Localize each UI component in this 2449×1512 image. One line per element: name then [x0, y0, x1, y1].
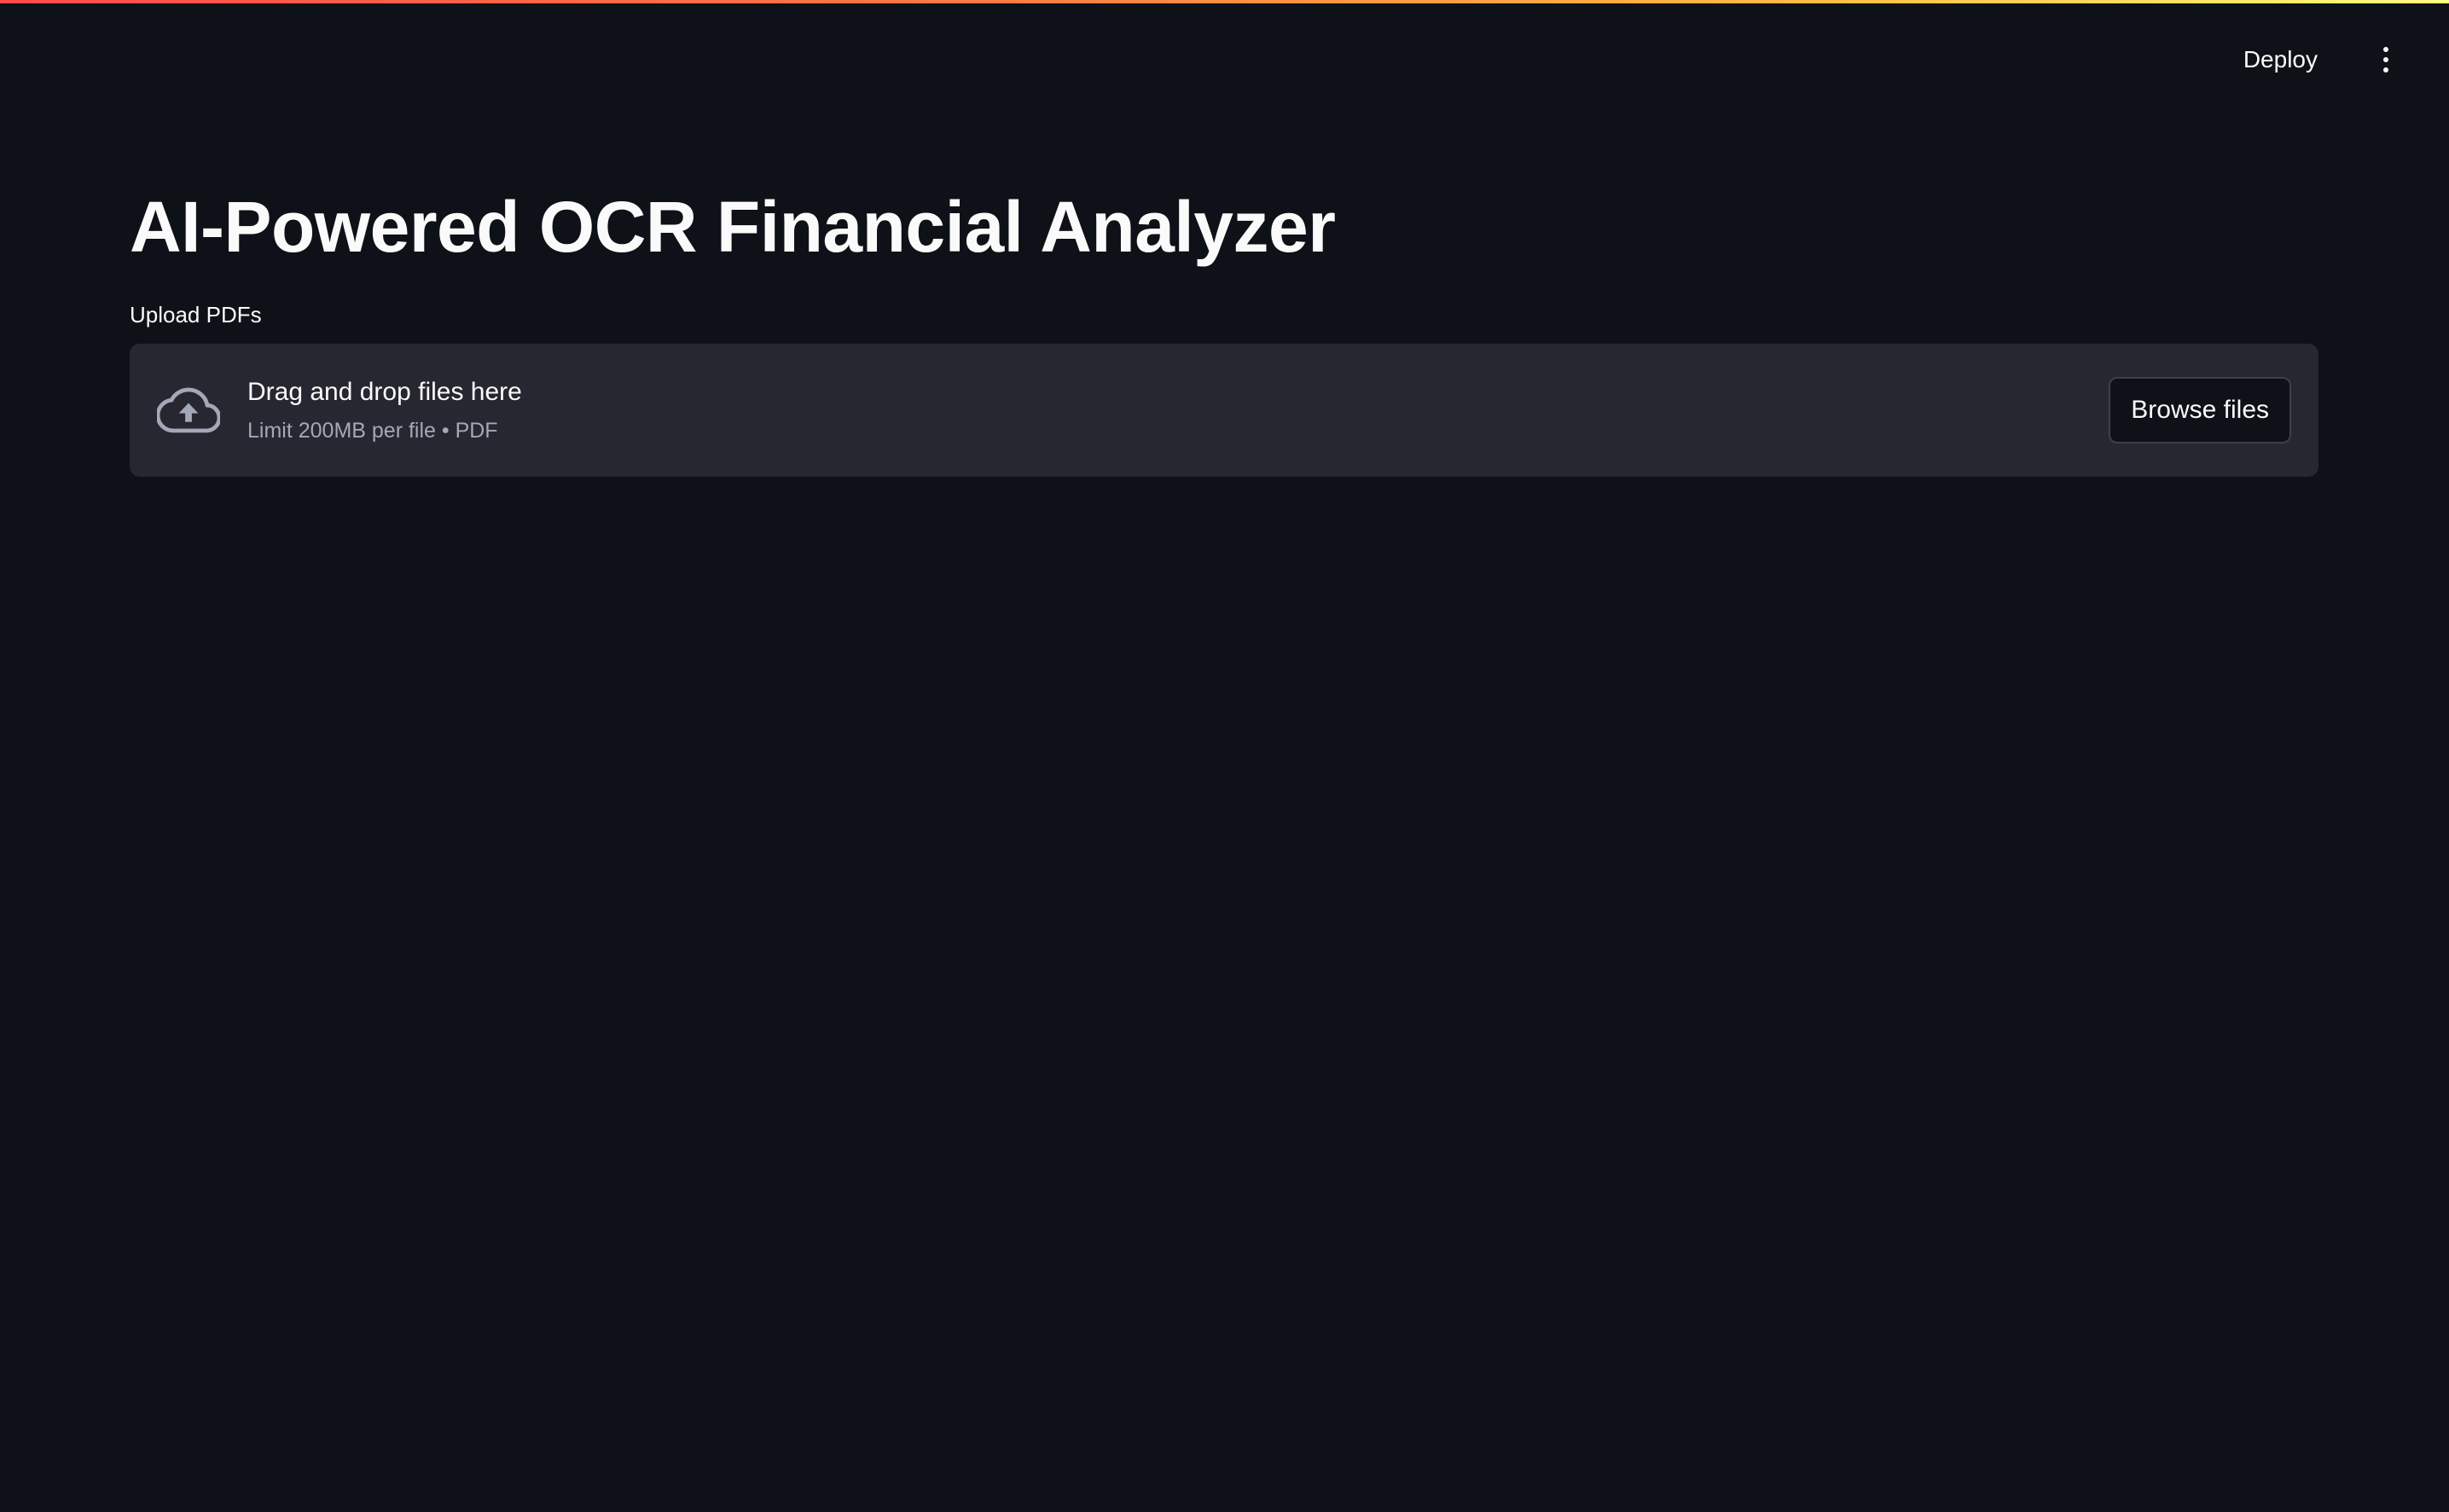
browse-files-button[interactable]: Browse files	[2109, 377, 2291, 444]
file-limit-text: Limit 200MB per file • PDF	[247, 418, 498, 443]
kebab-menu-icon-dot	[2383, 57, 2388, 62]
dropzone-text-group: Drag and drop files here Limit 200MB per…	[247, 378, 522, 443]
file-uploader-label: Upload PDFs	[130, 302, 262, 328]
main-content: AI-Powered OCR Financial Analyzer Upload…	[130, 187, 2318, 478]
drop-instruction-text: Drag and drop files here	[247, 377, 522, 406]
app-header: Deploy	[2225, 34, 2405, 85]
kebab-menu-icon	[2383, 47, 2388, 52]
kebab-menu-icon-dot	[2383, 67, 2388, 72]
deploy-button[interactable]: Deploy	[2225, 34, 2336, 85]
file-dropzone[interactable]: Drag and drop files here Limit 200MB per…	[130, 344, 2318, 478]
page-title: AI-Powered OCR Financial Analyzer	[130, 187, 1336, 267]
top-decoration-bar	[0, 0, 2449, 3]
app-page: Deploy AI-Powered OCR Financial Analyzer…	[0, 0, 2449, 1512]
cloud-upload-icon	[157, 385, 220, 436]
main-menu-button[interactable]	[2367, 36, 2405, 84]
dropzone-instructions: Drag and drop files here Limit 200MB per…	[157, 378, 522, 443]
